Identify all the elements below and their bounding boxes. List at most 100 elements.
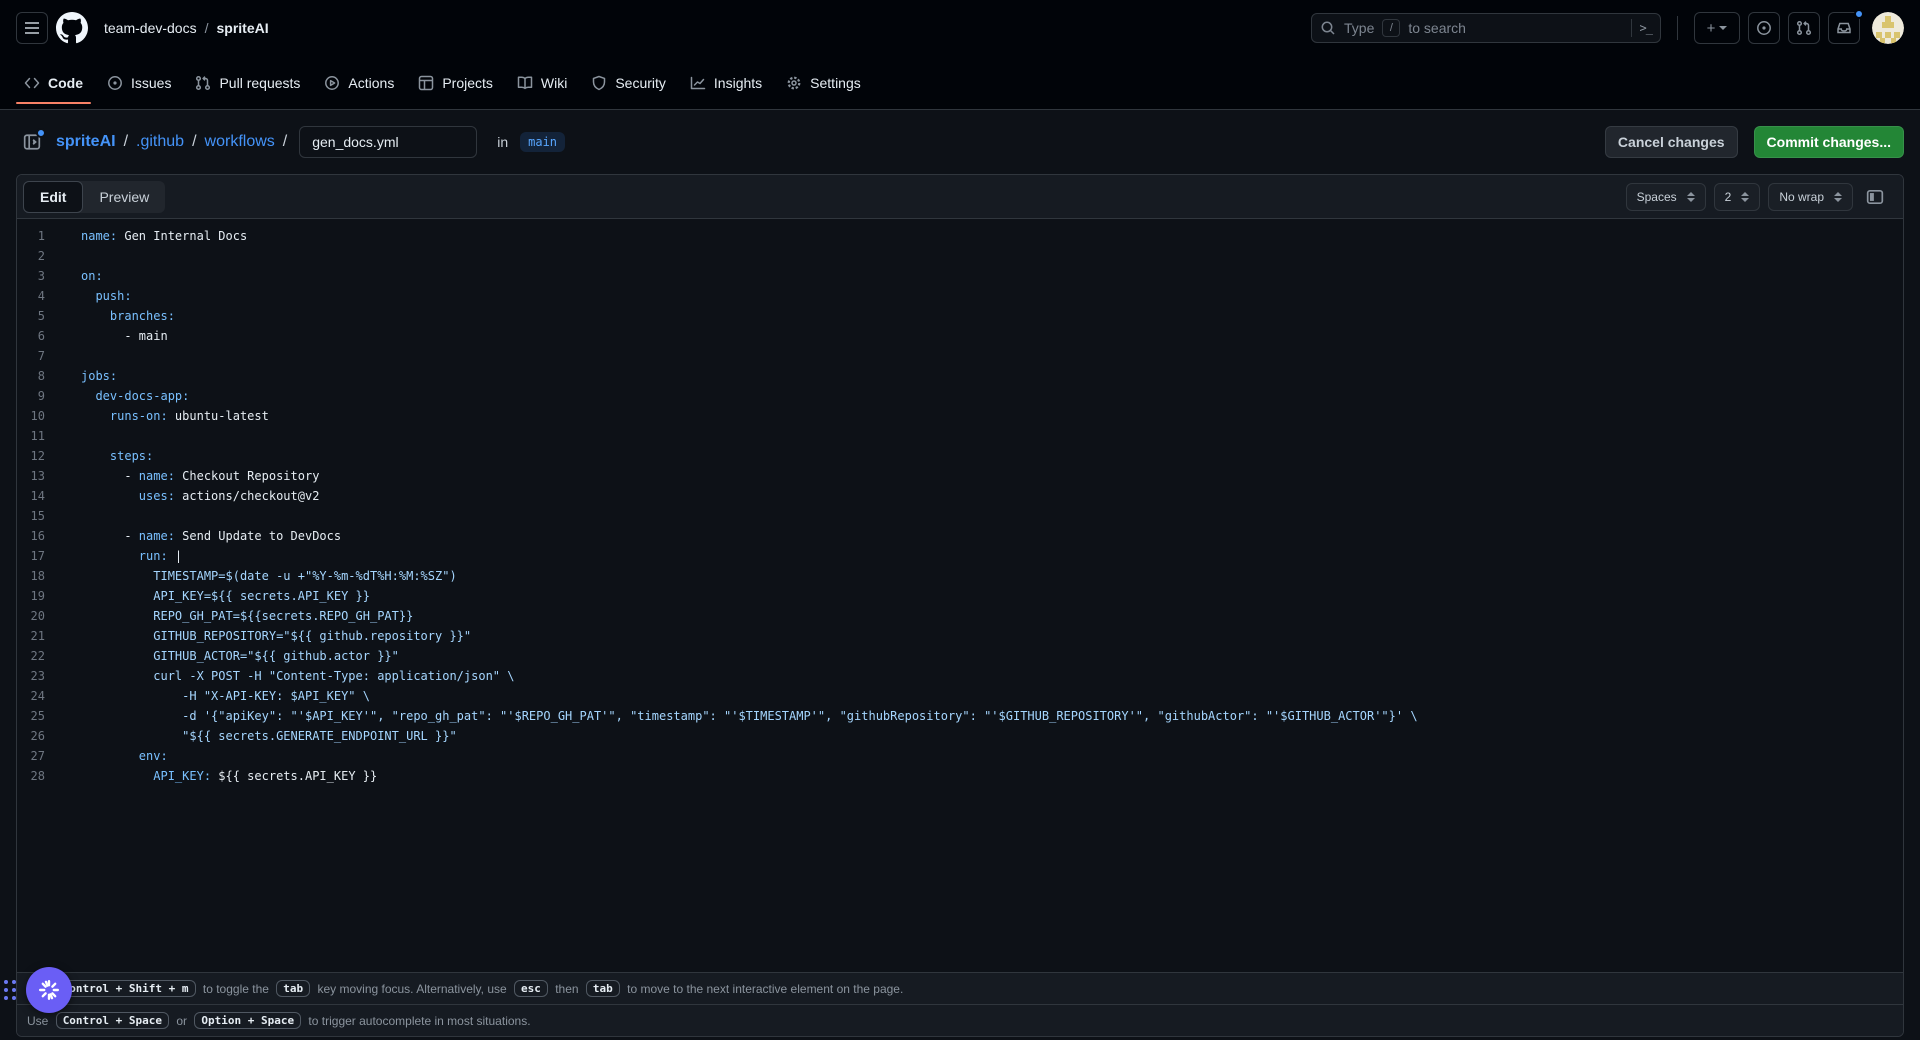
code-line[interactable]: 25 -d '{"apiKey": "'$API_KEY'", "repo_gh… bbox=[17, 706, 1903, 726]
line-text[interactable]: API_KEY=${{ secrets.API_KEY }} bbox=[45, 586, 370, 606]
expand-file-tree-button[interactable] bbox=[16, 126, 48, 158]
code-line[interactable]: 24 -H "X-API-KEY: $API_KEY" \ bbox=[17, 686, 1903, 706]
line-number: 27 bbox=[17, 746, 45, 766]
widget-drag-handle[interactable] bbox=[4, 980, 16, 1000]
tab-label: Actions bbox=[348, 75, 394, 91]
inbox-wrap bbox=[1828, 12, 1860, 44]
line-text[interactable]: branches: bbox=[45, 306, 175, 326]
indent-mode-select[interactable]: Spaces bbox=[1626, 183, 1706, 211]
tab-projects[interactable]: Projects bbox=[410, 60, 501, 106]
code-line[interactable]: 3on: bbox=[17, 266, 1903, 286]
tab-wiki[interactable]: Wiki bbox=[509, 60, 575, 106]
breadcrumb-dir-github[interactable]: .github bbox=[136, 133, 184, 151]
code-line[interactable]: 11 bbox=[17, 426, 1903, 446]
line-text[interactable] bbox=[45, 426, 81, 446]
code-line[interactable]: 10 runs-on: ubuntu-latest bbox=[17, 406, 1903, 426]
code-line[interactable]: 8jobs: bbox=[17, 366, 1903, 386]
line-text[interactable]: REPO_GH_PAT=${{secrets.REPO_GH_PAT}} bbox=[45, 606, 413, 626]
line-text[interactable]: push: bbox=[45, 286, 132, 306]
line-text[interactable]: runs-on: ubuntu-latest bbox=[45, 406, 269, 426]
pull-requests-button[interactable] bbox=[1788, 12, 1820, 44]
line-text[interactable] bbox=[45, 346, 81, 366]
cancel-changes-button[interactable]: Cancel changes bbox=[1605, 126, 1738, 158]
hamburger-menu-button[interactable] bbox=[16, 12, 48, 44]
code-line[interactable]: 23 curl -X POST -H "Content-Type: applic… bbox=[17, 666, 1903, 686]
commit-changes-button[interactable]: Commit changes... bbox=[1754, 126, 1904, 158]
tab-settings[interactable]: Settings bbox=[778, 60, 869, 106]
code-line[interactable]: 27 env: bbox=[17, 746, 1903, 766]
github-logo[interactable] bbox=[56, 12, 88, 44]
wrap-mode-select[interactable]: No wrap bbox=[1768, 183, 1853, 211]
line-text[interactable]: TIMESTAMP=$(date -u +"%Y-%m-%dT%H:%M:%SZ… bbox=[45, 566, 457, 586]
line-text[interactable]: GITHUB_REPOSITORY="${{ github.repository… bbox=[45, 626, 471, 646]
tab-issues[interactable]: Issues bbox=[99, 60, 179, 106]
line-text[interactable]: uses: actions/checkout@v2 bbox=[45, 486, 319, 506]
command-palette-icon[interactable]: >_ bbox=[1640, 21, 1652, 35]
line-text[interactable]: name: Gen Internal Docs bbox=[45, 226, 247, 246]
code-line[interactable]: 16 - name: Send Update to DevDocs bbox=[17, 526, 1903, 546]
line-text[interactable]: GITHUB_ACTOR="${{ github.actor }}" bbox=[45, 646, 399, 666]
tab-security[interactable]: Security bbox=[583, 60, 674, 106]
code-line[interactable]: 2 bbox=[17, 246, 1903, 266]
indent-size-select[interactable]: 2 bbox=[1714, 183, 1761, 211]
line-text[interactable]: API_KEY: ${{ secrets.API_KEY }} bbox=[45, 766, 377, 786]
tab-label: Code bbox=[48, 75, 83, 91]
tab-preview[interactable]: Preview bbox=[83, 181, 165, 213]
assistant-floating-button[interactable] bbox=[26, 967, 72, 1013]
line-text[interactable]: - name: Checkout Repository bbox=[45, 466, 319, 486]
code-line[interactable]: 12 steps: bbox=[17, 446, 1903, 466]
breadcrumb-dir-workflows[interactable]: workflows bbox=[205, 133, 275, 151]
code-line[interactable]: 26 "${{ secrets.GENERATE_ENDPOINT_URL }}… bbox=[17, 726, 1903, 746]
tab-pull-requests[interactable]: Pull requests bbox=[187, 60, 308, 106]
code-line[interactable]: 28 API_KEY: ${{ secrets.API_KEY }} bbox=[17, 766, 1903, 786]
org-link[interactable]: team-dev-docs bbox=[104, 20, 197, 36]
line-number: 22 bbox=[17, 646, 45, 666]
issues-button[interactable] bbox=[1748, 12, 1780, 44]
line-number: 7 bbox=[17, 346, 45, 366]
code-line[interactable]: 4 push: bbox=[17, 286, 1903, 306]
code-line[interactable]: 21 GITHUB_REPOSITORY="${{ github.reposit… bbox=[17, 626, 1903, 646]
line-text[interactable]: - main bbox=[45, 326, 168, 346]
user-avatar[interactable] bbox=[1872, 12, 1904, 44]
code-line[interactable]: 7 bbox=[17, 346, 1903, 366]
code-line[interactable]: 15 bbox=[17, 506, 1903, 526]
line-text[interactable]: on: bbox=[45, 266, 103, 286]
code-line[interactable]: 6 - main bbox=[17, 326, 1903, 346]
branch-badge[interactable]: main bbox=[520, 132, 565, 152]
inbox-icon bbox=[1836, 20, 1852, 36]
line-text[interactable] bbox=[45, 506, 81, 526]
code-line[interactable]: 20 REPO_GH_PAT=${{secrets.REPO_GH_PAT}} bbox=[17, 606, 1903, 626]
global-search-input[interactable]: Type / to search >_ bbox=[1311, 13, 1661, 43]
code-line[interactable]: 5 branches: bbox=[17, 306, 1903, 326]
tab-insights[interactable]: Insights bbox=[682, 60, 770, 106]
line-text[interactable]: dev-docs-app: bbox=[45, 386, 189, 406]
code-line[interactable]: 9 dev-docs-app: bbox=[17, 386, 1903, 406]
line-text[interactable]: run: | bbox=[45, 546, 182, 566]
line-text[interactable]: - name: Send Update to DevDocs bbox=[45, 526, 341, 546]
filename-input[interactable] bbox=[299, 126, 477, 158]
line-text[interactable]: -H "X-API-KEY: $API_KEY" \ bbox=[45, 686, 370, 706]
line-text[interactable]: env: bbox=[45, 746, 168, 766]
side-panel-toggle-button[interactable] bbox=[1861, 183, 1889, 211]
code-editor[interactable]: 1name: Gen Internal Docs23on:4 push:5 br… bbox=[17, 219, 1903, 972]
line-text[interactable]: steps: bbox=[45, 446, 153, 466]
code-line[interactable]: 17 run: | bbox=[17, 546, 1903, 566]
code-line[interactable]: 22 GITHUB_ACTOR="${{ github.actor }}" bbox=[17, 646, 1903, 666]
code-line[interactable]: 18 TIMESTAMP=$(date -u +"%Y-%m-%dT%H:%M:… bbox=[17, 566, 1903, 586]
code-line[interactable]: 1name: Gen Internal Docs bbox=[17, 226, 1903, 246]
code-line[interactable]: 13 - name: Checkout Repository bbox=[17, 466, 1903, 486]
line-text[interactable]: curl -X POST -H "Content-Type: applicati… bbox=[45, 666, 514, 686]
line-text[interactable]: "${{ secrets.GENERATE_ENDPOINT_URL }}" bbox=[45, 726, 457, 746]
tab-label: Insights bbox=[714, 75, 762, 91]
code-line[interactable]: 14 uses: actions/checkout@v2 bbox=[17, 486, 1903, 506]
line-text[interactable]: -d '{"apiKey": "'$API_KEY'", "repo_gh_pa… bbox=[45, 706, 1418, 726]
line-text[interactable]: jobs: bbox=[45, 366, 117, 386]
repo-link[interactable]: spriteAI bbox=[216, 20, 268, 36]
code-line[interactable]: 19 API_KEY=${{ secrets.API_KEY }} bbox=[17, 586, 1903, 606]
line-text[interactable] bbox=[45, 246, 81, 266]
breadcrumb-repo-link[interactable]: spriteAI bbox=[56, 133, 116, 151]
create-new-button[interactable]: + bbox=[1694, 12, 1740, 44]
tab-code[interactable]: Code bbox=[16, 60, 91, 106]
tab-edit[interactable]: Edit bbox=[23, 181, 83, 213]
tab-actions[interactable]: Actions bbox=[316, 60, 402, 106]
